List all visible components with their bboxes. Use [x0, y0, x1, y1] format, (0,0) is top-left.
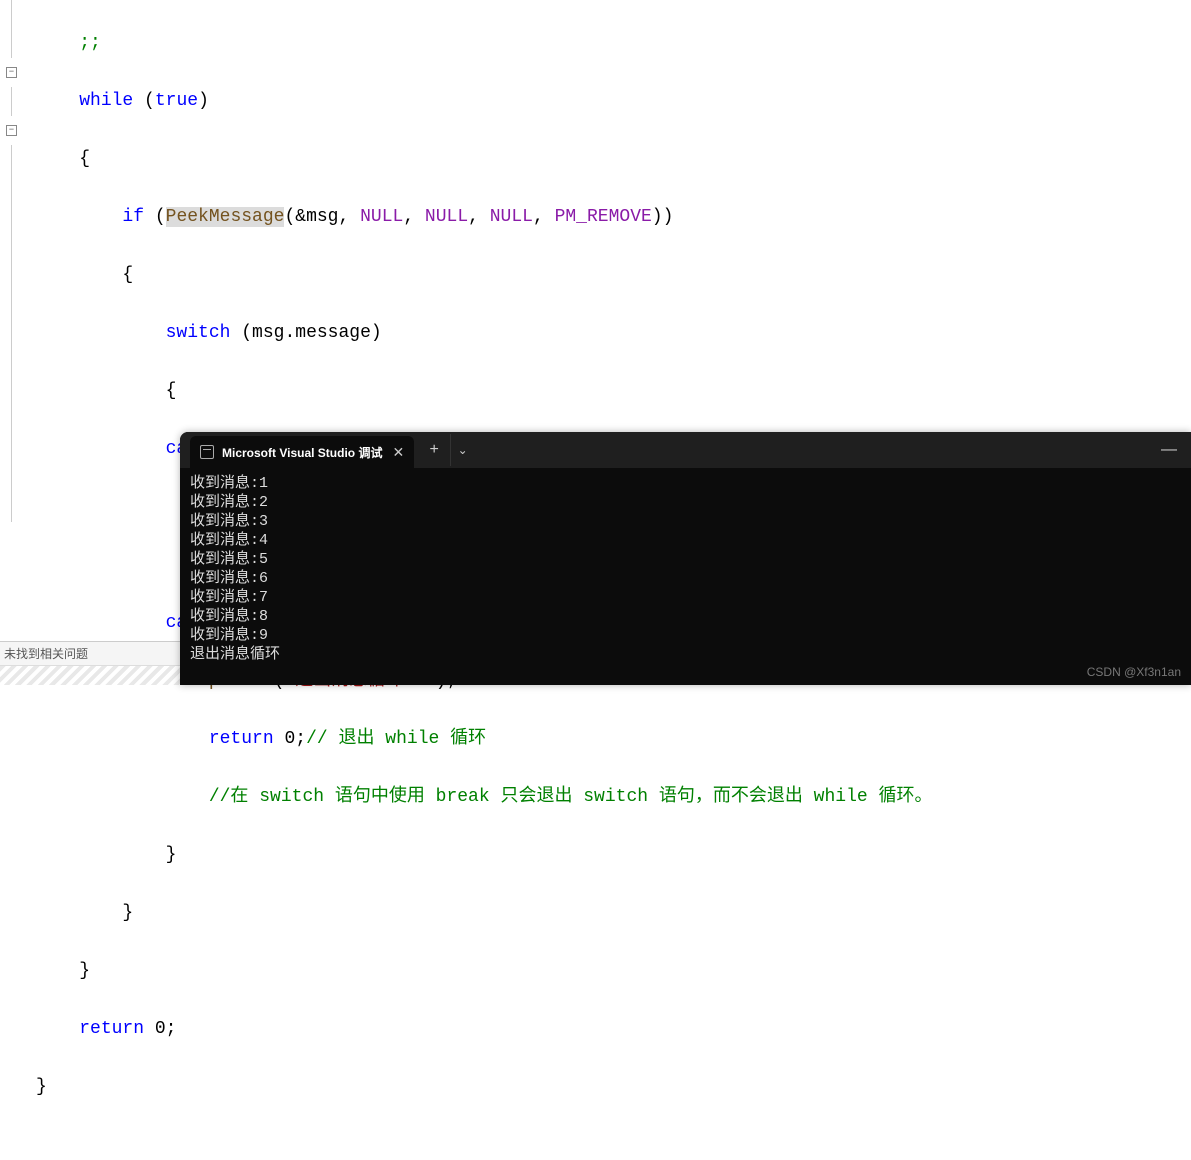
editor-gutter: − − [0, 0, 26, 685]
terminal-line: 收到消息:1 [190, 474, 1181, 493]
code-line[interactable]: while (true) [36, 87, 1191, 116]
code-line[interactable]: ;; [36, 29, 1191, 58]
tab-dropdown-icon[interactable]: ⌄ [450, 434, 474, 466]
close-icon[interactable]: ✕ [392, 444, 404, 461]
terminal-line: 收到消息:2 [190, 493, 1181, 512]
code-line[interactable]: { [36, 261, 1191, 290]
terminal-line: 退出消息循环 [190, 645, 1181, 664]
terminal-window[interactable]: Microsoft Visual Studio 调试 ✕ + ⌄ — 收到消息:… [180, 432, 1191, 685]
code-line[interactable]: if (PeekMessage(&msg, NULL, NULL, NULL, … [36, 203, 1191, 232]
code-line[interactable]: } [36, 1073, 1191, 1102]
terminal-line: 收到消息:5 [190, 550, 1181, 569]
status-bar: 未找到相关问题 💡▾ [0, 641, 180, 665]
watermark-text: CSDN @Xf3n1an [1087, 665, 1181, 679]
terminal-output[interactable]: 收到消息:1 收到消息:2 收到消息:3 收到消息:4 收到消息:5 收到消息:… [180, 468, 1191, 670]
terminal-tab-icon [200, 445, 214, 459]
terminal-tab-title: Microsoft Visual Studio 调试 [222, 444, 382, 461]
terminal-tab[interactable]: Microsoft Visual Studio 调试 ✕ [190, 436, 414, 468]
code-line[interactable]: //在 switch 语句中使用 break 只会退出 switch 语句，而不… [36, 783, 1191, 812]
new-tab-button[interactable]: + [418, 434, 450, 466]
code-line[interactable]: } [36, 841, 1191, 870]
terminal-line: 收到消息:4 [190, 531, 1181, 550]
code-line[interactable]: { [36, 377, 1191, 406]
code-line[interactable]: return 0; [36, 1015, 1191, 1044]
code-line[interactable]: } [36, 957, 1191, 986]
terminal-line: 收到消息:8 [190, 607, 1181, 626]
editor-bottom-strip [0, 665, 180, 685]
code-line[interactable]: } [36, 899, 1191, 928]
terminal-titlebar[interactable]: Microsoft Visual Studio 调试 ✕ + ⌄ — [180, 432, 1191, 468]
collapse-icon[interactable]: − [6, 67, 17, 78]
status-text: 未找到相关问题 [4, 647, 88, 661]
code-line[interactable]: switch (msg.message) [36, 319, 1191, 348]
terminal-line: 收到消息:6 [190, 569, 1181, 588]
terminal-line: 收到消息:3 [190, 512, 1181, 531]
terminal-line: 收到消息:9 [190, 626, 1181, 645]
collapse-icon[interactable]: − [6, 125, 17, 136]
code-line[interactable]: { [36, 145, 1191, 174]
code-line[interactable]: return 0;// 退出 while 循环 [36, 725, 1191, 754]
minimize-button[interactable]: — [1147, 441, 1191, 459]
terminal-line: 收到消息:7 [190, 588, 1181, 607]
